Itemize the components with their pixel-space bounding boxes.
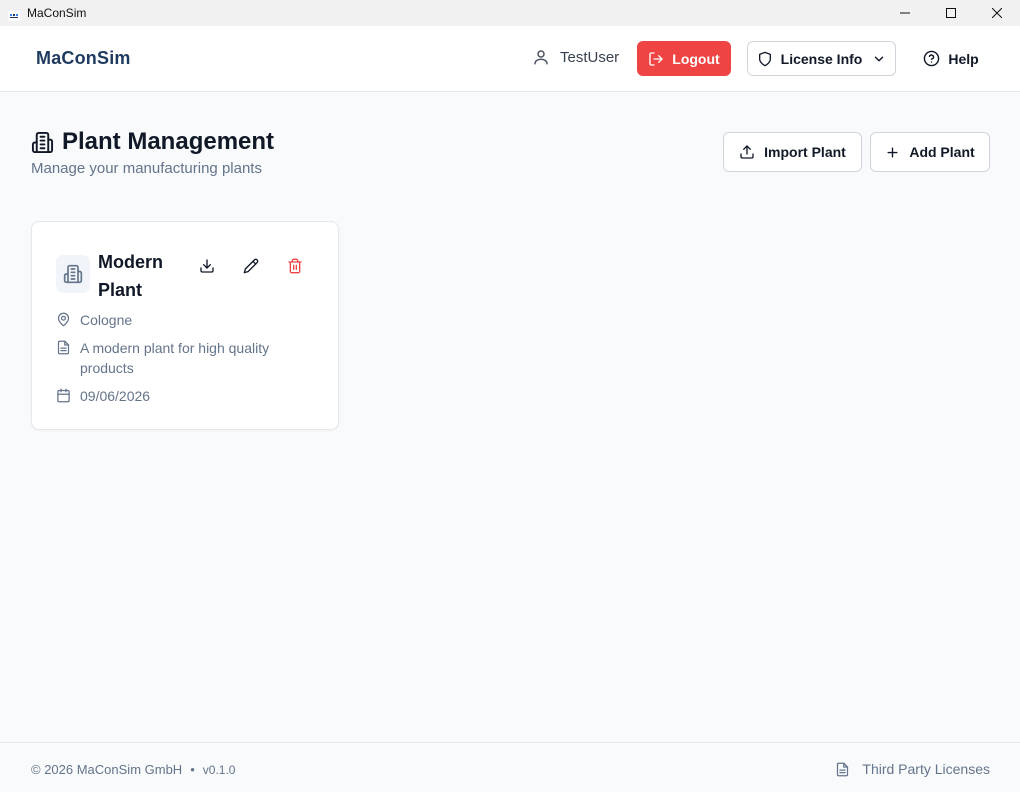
upload-icon xyxy=(740,145,754,159)
building-icon xyxy=(31,131,54,153)
app-footer: © 2026 MaConSim GmbH • v0.1.0 Third Part… xyxy=(0,742,1020,792)
trash-icon xyxy=(288,258,302,274)
page-heading: Plant Management xyxy=(31,128,274,156)
file-text-icon xyxy=(57,340,70,355)
maximize-icon xyxy=(946,8,956,18)
close-icon xyxy=(992,8,1002,18)
plus-icon xyxy=(887,146,898,158)
plant-description-text: A modern plant for high quality products xyxy=(80,340,270,376)
plant-date: 09/06/2026 xyxy=(56,386,150,406)
close-window-button[interactable] xyxy=(974,0,1020,26)
page-title: Plant Management xyxy=(62,128,275,155)
add-plant-label: Add Plant xyxy=(909,144,975,160)
third-party-licenses-label: Third Party Licenses xyxy=(862,761,990,777)
plant-location-text: Cologne xyxy=(80,312,133,328)
edit-plant-button[interactable] xyxy=(240,255,262,277)
maximize-button[interactable] xyxy=(928,0,974,26)
help-label: Help xyxy=(948,50,979,67)
plant-name: Modern Plant xyxy=(98,252,163,300)
import-plant-button[interactable]: Import Plant xyxy=(723,132,862,172)
footer-separator: • xyxy=(190,762,195,777)
map-pin-icon xyxy=(57,312,70,327)
delete-plant-button[interactable] xyxy=(284,255,306,277)
plant-description: A modern plant for high quality products xyxy=(56,338,296,378)
logout-button[interactable]: Logout xyxy=(637,41,731,76)
plant-card[interactable]: Modern Plant Cologne A modern plant for … xyxy=(31,221,339,430)
window-titlebar: MaConSim xyxy=(0,0,1020,26)
brand-logo[interactable]: MaConSim xyxy=(36,48,131,69)
export-plant-button[interactable] xyxy=(196,255,218,277)
plant-avatar xyxy=(56,255,90,293)
pencil-icon xyxy=(243,258,259,274)
app-header: MaConSim TestUser Logout License Info He… xyxy=(0,26,1020,92)
minimize-button[interactable] xyxy=(882,0,928,26)
page-subtitle: Manage your manufacturing plants xyxy=(31,160,262,177)
chevron-down-icon xyxy=(875,56,884,61)
plant-date-text: 09/06/2026 xyxy=(80,388,151,404)
user-info: TestUser xyxy=(532,48,619,66)
file-text-icon xyxy=(837,762,849,776)
app-version: v0.1.0 xyxy=(202,762,236,777)
minimize-icon xyxy=(900,12,910,14)
add-plant-button[interactable]: Add Plant xyxy=(870,132,990,172)
app-icon xyxy=(8,8,20,21)
license-info-dropdown[interactable]: License Info xyxy=(747,41,896,76)
help-icon xyxy=(924,50,940,67)
shield-icon xyxy=(758,51,771,66)
logout-icon xyxy=(649,51,663,66)
user-name: TestUser xyxy=(560,48,620,66)
help-button[interactable]: Help xyxy=(912,41,990,76)
calendar-icon xyxy=(57,388,70,403)
import-plant-label: Import Plant xyxy=(764,144,846,160)
third-party-licenses-link[interactable]: Third Party Licenses xyxy=(835,761,990,777)
window-title: MaConSim xyxy=(27,6,87,20)
building-icon xyxy=(63,264,83,284)
copyright-text: © 2026 MaConSim GmbH xyxy=(31,762,183,777)
copyright: © 2026 MaConSim GmbH • v0.1.0 xyxy=(31,762,235,777)
plant-location: Cologne xyxy=(56,310,132,330)
user-icon xyxy=(534,50,548,65)
logout-label: Logout xyxy=(672,50,720,67)
license-info-label: License Info xyxy=(780,50,863,67)
download-icon xyxy=(200,259,214,273)
